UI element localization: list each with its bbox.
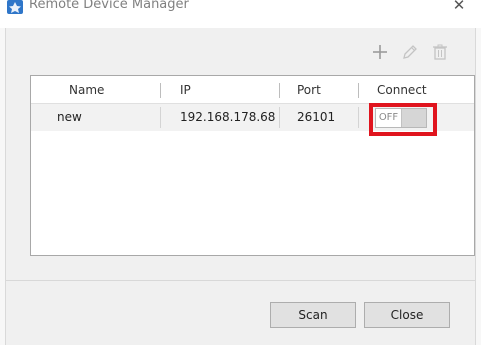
trash-icon[interactable] (430, 42, 450, 62)
right-border (475, 28, 481, 345)
left-border (0, 28, 6, 345)
close-window-icon[interactable]: ✕ (449, 0, 469, 16)
column-divider[interactable] (358, 83, 359, 98)
title-bar: Remote Device Manager ✕ (0, 0, 481, 28)
device-ip-cell: 192.168.178.68 (180, 110, 276, 124)
device-name-cell: new (57, 110, 82, 124)
footer-divider (6, 280, 475, 281)
column-header-connect[interactable]: Connect (377, 83, 427, 97)
highlight-annotation (369, 103, 437, 136)
pencil-icon[interactable] (400, 42, 420, 62)
plus-icon[interactable] (370, 42, 390, 62)
table-header: Name IP Port Connect (31, 76, 474, 104)
column-divider[interactable] (279, 83, 280, 98)
column-header-ip[interactable]: IP (180, 83, 191, 97)
app-logo-icon (7, 0, 23, 14)
cell-divider (160, 107, 161, 128)
column-header-name[interactable]: Name (69, 83, 104, 97)
cell-divider (279, 107, 280, 128)
column-divider[interactable] (160, 83, 161, 98)
column-header-port[interactable]: Port (297, 83, 321, 97)
window-title: Remote Device Manager (29, 0, 189, 12)
close-button[interactable]: Close (364, 302, 450, 328)
scan-button[interactable]: Scan (270, 302, 356, 328)
cell-divider (358, 107, 359, 128)
device-port-cell: 26101 (297, 110, 336, 124)
